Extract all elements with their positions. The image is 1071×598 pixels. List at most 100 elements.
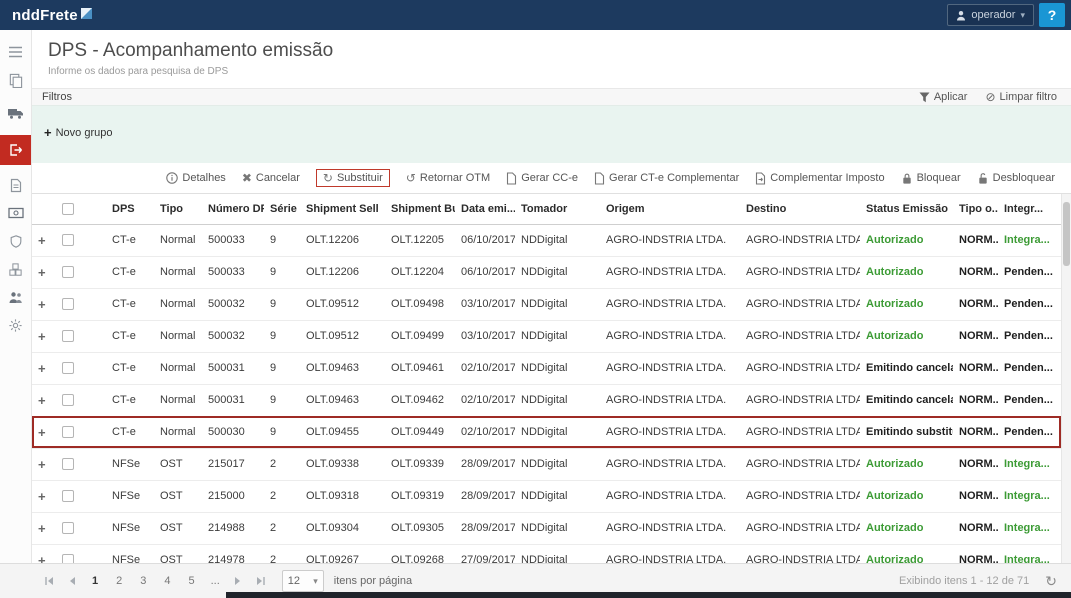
- cell-tipo: Normal: [154, 224, 202, 257]
- row-checkbox[interactable]: [62, 522, 74, 535]
- column-header-numero-dps[interactable]: Número DPS: [202, 194, 264, 225]
- clear-filter-button[interactable]: ⊘ Limpar filtro: [985, 91, 1057, 103]
- table-row[interactable]: + CT-e Normal 500030 9 OLT.09455 OLT.094…: [32, 416, 1061, 449]
- row-checkbox[interactable]: [62, 458, 74, 471]
- sidebar-item-users[interactable]: [0, 283, 31, 311]
- table-row[interactable]: + CT-e Normal 500032 9 OLT.09512 OLT.094…: [32, 320, 1061, 353]
- column-header-origem[interactable]: Origem: [600, 194, 740, 225]
- sidebar-item-settings[interactable]: [0, 311, 31, 339]
- column-header-destino[interactable]: Destino: [740, 194, 860, 225]
- refresh-button[interactable]: ↻: [1045, 574, 1057, 588]
- row-checkbox[interactable]: [62, 394, 74, 407]
- cell-shipment-sell: OLT.09463: [300, 352, 385, 385]
- next-page-button[interactable]: [234, 576, 242, 586]
- page-button-2[interactable]: 2: [114, 575, 124, 587]
- truck-icon: [8, 109, 23, 119]
- cell-shipment-sell: OLT.09338: [300, 448, 385, 481]
- expand-row-button[interactable]: +: [38, 489, 46, 504]
- column-header-select[interactable]: [56, 194, 106, 225]
- return-otm-button[interactable]: ↺ Retornar OTM: [406, 172, 490, 184]
- column-header-dps[interactable]: DPS: [106, 194, 154, 225]
- column-header-status-emissao[interactable]: Status Emissão: [860, 194, 953, 225]
- complementar-imposto-button[interactable]: Complementar Imposto: [755, 171, 885, 185]
- cell-shipment-sell: OLT.09463: [300, 384, 385, 417]
- column-header-tomador[interactable]: Tomador: [515, 194, 600, 225]
- column-header-tipo[interactable]: Tipo: [154, 194, 202, 225]
- cancel-button[interactable]: ✖ Cancelar: [242, 172, 300, 184]
- generate-cte-complementar-button[interactable]: Gerar CT-e Complementar: [594, 171, 739, 185]
- prev-page-icon: [70, 577, 75, 585]
- unblock-button[interactable]: Desbloquear: [977, 172, 1055, 185]
- vertical-scrollbar[interactable]: [1061, 194, 1071, 563]
- table-row[interactable]: + CT-e Normal 500033 9 OLT.12206 OLT.122…: [32, 224, 1061, 257]
- expand-row-button[interactable]: +: [38, 457, 46, 472]
- scrollbar-thumb[interactable]: [1063, 202, 1070, 266]
- row-checkbox[interactable]: [62, 234, 74, 247]
- page-button-1[interactable]: 1: [90, 575, 100, 587]
- cell-destino: AGRO-INDSTRIA LTDA.: [740, 416, 860, 449]
- page-size-select[interactable]: 12 ▾: [281, 570, 324, 592]
- details-button[interactable]: Detalhes: [166, 172, 226, 184]
- row-checkbox[interactable]: [62, 554, 74, 563]
- sidebar-item-document[interactable]: [0, 171, 31, 199]
- sidebar-item-packages[interactable]: [0, 255, 31, 283]
- expand-row-button[interactable]: +: [38, 553, 46, 564]
- page-button-3[interactable]: 3: [138, 575, 148, 587]
- sidebar-item-truck[interactable]: [0, 99, 31, 127]
- cell-destino: AGRO-INDSTRIA LTDA.: [740, 384, 860, 417]
- column-header-integr[interactable]: Integr...: [998, 194, 1061, 225]
- cell-numero-dps: 500030: [202, 416, 264, 449]
- cell-data-emissao: 27/09/2017: [455, 544, 515, 563]
- sidebar-item-billing[interactable]: [0, 199, 31, 227]
- row-checkbox[interactable]: [62, 330, 74, 343]
- page-ellipsis[interactable]: ...: [211, 575, 220, 587]
- sidebar-item-emission[interactable]: [0, 135, 31, 165]
- table-row[interactable]: + NFSe OST 215000 2 OLT.09318 OLT.09319 …: [32, 480, 1061, 513]
- sidebar-item-menu[interactable]: [0, 38, 31, 66]
- table-row[interactable]: + CT-e Normal 500033 9 OLT.12206 OLT.122…: [32, 256, 1061, 289]
- header-checkbox[interactable]: [62, 202, 74, 215]
- table-row[interactable]: + NFSe OST 215017 2 OLT.09338 OLT.09339 …: [32, 448, 1061, 481]
- page-button-5[interactable]: 5: [187, 575, 197, 587]
- user-menu[interactable]: operador ▾: [947, 4, 1034, 26]
- column-header-tipo-o[interactable]: Tipo o...: [953, 194, 998, 225]
- table-row[interactable]: + CT-e Normal 500032 9 OLT.09512 OLT.094…: [32, 288, 1061, 321]
- cell-numero-dps: 214978: [202, 544, 264, 563]
- substitute-button[interactable]: ↻ Substituir: [315, 169, 390, 187]
- last-page-button[interactable]: [256, 576, 266, 586]
- first-page-button[interactable]: [44, 576, 54, 586]
- new-group-button[interactable]: + Novo grupo: [44, 126, 112, 139]
- row-checkbox[interactable]: [62, 490, 74, 503]
- expand-row-button[interactable]: +: [38, 329, 46, 344]
- row-checkbox[interactable]: [62, 298, 74, 311]
- expand-row-button[interactable]: +: [38, 425, 46, 440]
- row-checkbox[interactable]: [62, 266, 74, 279]
- column-header-shipment-sell[interactable]: Shipment Sell: [300, 194, 385, 225]
- column-header-shipment-buy[interactable]: Shipment Buy: [385, 194, 455, 225]
- cell-origem: AGRO-INDSTRIA LTDA.: [600, 512, 740, 545]
- column-header-serie[interactable]: Série ...: [264, 194, 300, 225]
- table-row[interactable]: + CT-e Normal 500031 9 OLT.09463 OLT.094…: [32, 352, 1061, 385]
- column-header-data-emissao[interactable]: Data emi...: [455, 194, 515, 225]
- generate-cce-button[interactable]: Gerar CC-e: [506, 171, 578, 185]
- row-checkbox[interactable]: [62, 426, 74, 439]
- page-button-4[interactable]: 4: [162, 575, 172, 587]
- apply-filter-button[interactable]: Aplicar: [919, 91, 967, 103]
- sidebar-item-copy[interactable]: [0, 66, 31, 94]
- expand-row-button[interactable]: +: [38, 297, 46, 312]
- table-row[interactable]: + CT-e Normal 500031 9 OLT.09463 OLT.094…: [32, 384, 1061, 417]
- expand-row-button[interactable]: +: [38, 521, 46, 536]
- sidebar-item-security[interactable]: [0, 227, 31, 255]
- expand-row-button[interactable]: +: [38, 361, 46, 376]
- row-checkbox[interactable]: [62, 362, 74, 375]
- help-button[interactable]: ?: [1039, 3, 1065, 27]
- prev-page-button[interactable]: [68, 576, 76, 586]
- table-row[interactable]: + NFSe OST 214978 2 OLT.09267 OLT.09268 …: [32, 544, 1061, 563]
- expand-row-button[interactable]: +: [38, 233, 46, 248]
- expand-row-button[interactable]: +: [38, 265, 46, 280]
- cell-shipment-buy: OLT.09499: [385, 320, 455, 353]
- table-row[interactable]: + NFSe OST 214988 2 OLT.09304 OLT.09305 …: [32, 512, 1061, 545]
- cell-tomador: NDDigital: [515, 320, 600, 353]
- expand-row-button[interactable]: +: [38, 393, 46, 408]
- block-button[interactable]: Bloquear: [901, 172, 961, 185]
